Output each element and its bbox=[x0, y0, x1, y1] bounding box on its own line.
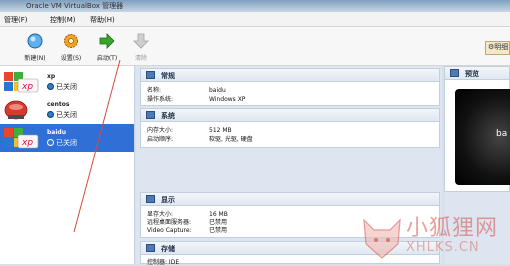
menu-control[interactable]: 控制(M) bbox=[50, 15, 76, 25]
display-capture-key: Video Capture: bbox=[147, 227, 192, 234]
svg-text:xp: xp bbox=[21, 138, 33, 148]
system-title: 系统 bbox=[161, 112, 175, 120]
window-title: Oracle VM VirtualBox 管理器 bbox=[26, 2, 124, 10]
menu-help[interactable]: 帮助(H) bbox=[90, 15, 115, 25]
window-titlebar: Oracle VM VirtualBox 管理器 bbox=[0, 0, 510, 12]
start-label: 启动(T) bbox=[96, 55, 118, 62]
discard-button[interactable]: 清除 bbox=[124, 29, 158, 63]
new-icon bbox=[27, 33, 43, 49]
start-arrow-icon bbox=[99, 33, 115, 49]
preview-screen: ba bbox=[455, 89, 510, 185]
general-name-key: 名称: bbox=[147, 87, 162, 94]
general-os-key: 操作系统: bbox=[147, 96, 174, 103]
preview-title: 预览 bbox=[465, 70, 479, 78]
windows-xp-logo-icon: xp bbox=[4, 128, 39, 149]
start-button[interactable]: 启动(T) bbox=[90, 29, 124, 63]
general-icon bbox=[146, 71, 155, 79]
vm-state: 已关闭 bbox=[56, 111, 77, 119]
new-label: 新建(N) bbox=[24, 55, 46, 62]
watermark-en: XHLKS.CN bbox=[406, 240, 480, 255]
details-view-button[interactable]: ⚙明细 bbox=[485, 41, 510, 55]
powered-off-icon bbox=[47, 83, 54, 90]
menu-bar: 管理(F) 控制(M) 帮助(H) bbox=[0, 12, 510, 27]
vm-name: centos bbox=[47, 101, 70, 108]
centos-logo-icon bbox=[4, 100, 28, 120]
system-boot-value: 软驱, 光驱, 硬盘 bbox=[209, 136, 253, 143]
general-title: 常规 bbox=[161, 72, 175, 80]
fox-logo-icon bbox=[363, 218, 401, 259]
system-section: 系统 内存大小: 512 MB 启动顺序: 软驱, 光驱, 硬盘 bbox=[140, 108, 440, 148]
powered-off-icon bbox=[47, 139, 54, 146]
preview-icon bbox=[450, 69, 459, 77]
system-icon bbox=[146, 111, 155, 119]
general-header[interactable]: 常规 bbox=[141, 69, 439, 82]
powered-off-icon bbox=[47, 111, 54, 118]
display-capture-value: 已禁用 bbox=[209, 227, 228, 234]
vm-list-item[interactable]: xp xp 已关闭 bbox=[0, 68, 134, 96]
vm-state: 已关闭 bbox=[56, 83, 77, 91]
watermark-cn: 小狐狸网 bbox=[406, 216, 499, 241]
gear-icon bbox=[64, 34, 78, 48]
vm-list-item-selected[interactable]: xp baidu 已关闭 bbox=[0, 124, 134, 152]
discard-arrow-icon bbox=[133, 33, 149, 49]
details-view-label: 明细 bbox=[494, 43, 509, 51]
system-header[interactable]: 系统 bbox=[141, 109, 439, 122]
display-header[interactable]: 显示 bbox=[141, 193, 439, 206]
vm-name: xp bbox=[47, 73, 56, 80]
settings-button[interactable]: 设置(S) bbox=[54, 29, 88, 63]
svg-text:xp: xp bbox=[21, 82, 33, 92]
watermark: 小狐狸网 XHLKS.CN bbox=[360, 210, 510, 264]
system-memory-key: 内存大小: bbox=[147, 127, 174, 134]
windows-xp-logo-icon: xp bbox=[4, 72, 39, 93]
toolbar: 新建(N) 设置(S) 启动(T) 清除 bbox=[0, 27, 510, 66]
settings-label: 设置(S) bbox=[60, 55, 82, 62]
vm-name: baidu bbox=[47, 129, 66, 136]
display-icon bbox=[146, 195, 155, 203]
display-title: 显示 bbox=[161, 196, 175, 204]
general-os-value: Windows XP bbox=[209, 96, 246, 103]
general-section: 常规 名称: baidu 操作系统: Windows XP bbox=[140, 68, 440, 106]
general-name-value: baidu bbox=[209, 87, 226, 94]
system-memory-value: 512 MB bbox=[209, 127, 232, 134]
menu-manage[interactable]: 管理(F) bbox=[4, 15, 28, 25]
vm-state: 已关闭 bbox=[56, 139, 77, 147]
vm-list: xp xp 已关闭 centos 已关闭 xp baidu 已关闭 bbox=[0, 66, 135, 264]
storage-title: 存储 bbox=[161, 245, 175, 253]
discard-label: 清除 bbox=[134, 55, 147, 62]
new-button[interactable]: 新建(N) bbox=[18, 29, 52, 63]
storage-controller: 控制器: IDE bbox=[147, 259, 180, 266]
storage-icon bbox=[146, 244, 155, 252]
vm-list-item[interactable]: centos 已关闭 bbox=[0, 96, 134, 124]
preview-screen-text: ba bbox=[496, 129, 508, 139]
preview-header[interactable]: 预览 bbox=[445, 67, 509, 80]
system-boot-key: 启动顺序: bbox=[147, 136, 174, 143]
